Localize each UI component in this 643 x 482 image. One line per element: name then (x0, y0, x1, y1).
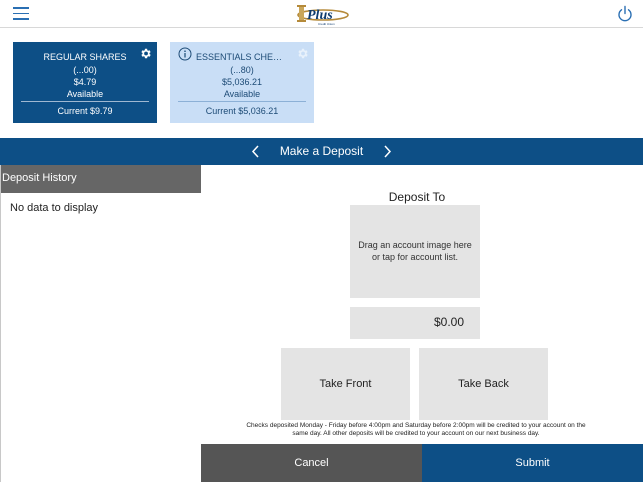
menu-icon[interactable] (13, 7, 29, 21)
account-balance: $5,036.21 (221, 77, 263, 87)
take-front-label: Take Front (319, 378, 372, 390)
deposit-to-label: Deposit To (388, 190, 446, 204)
current-balance: Current $5,036.21 (205, 106, 279, 116)
chevron-right-icon[interactable] (381, 144, 393, 159)
amount-input[interactable]: $0.00 (350, 307, 480, 339)
take-back-label: Take Back (458, 378, 509, 390)
drop-zone-text: Drag an account image here or tap for ac… (358, 240, 472, 262)
deposit-title-bar: Make a Deposit (0, 138, 643, 165)
submit-button[interactable]: Submit (422, 444, 643, 482)
account-number: (...00) (73, 65, 97, 75)
account-drop-zone[interactable]: Drag an account image here or tap for ac… (350, 205, 480, 298)
submit-label: Submit (515, 457, 550, 469)
deposit-history-panel: Deposit History No data to display (0, 165, 201, 482)
gear-icon[interactable] (139, 47, 152, 60)
divider (178, 101, 306, 102)
deposit-form: Deposit To Drag an account image here or… (201, 165, 643, 482)
cancel-button[interactable]: Cancel (201, 444, 422, 482)
svg-text:Credit Union: Credit Union (318, 22, 335, 26)
accounts-carousel: REGULAR SHARES (...00) $4.79 Available C… (0, 28, 643, 138)
gear-icon[interactable] (296, 47, 309, 60)
available-label: Available (66, 89, 104, 99)
power-icon[interactable] (616, 5, 634, 23)
svg-text:Plus: Plus (307, 8, 333, 23)
account-card-essentials-checking[interactable]: ESSENTIALS CHEC... (...80) $5,036.21 Ava… (170, 42, 314, 123)
deposit-history-header: Deposit History (1, 165, 201, 193)
available-label: Available (223, 89, 261, 99)
current-balance: Current $9.79 (57, 106, 113, 116)
deposit-disclaimer: Checks deposited Monday - Friday before … (246, 422, 586, 438)
page-title: Make a Deposit (279, 144, 364, 158)
account-name: ESSENTIALS CHEC... (196, 52, 286, 62)
top-bar: Plus Credit Union (0, 0, 643, 28)
account-number: (...80) (230, 65, 254, 75)
logo: Plus Credit Union (293, 2, 351, 26)
take-front-button[interactable]: Take Front (281, 348, 410, 420)
info-icon[interactable] (178, 47, 192, 61)
empty-state-text: No data to display (10, 202, 99, 214)
account-card-regular-shares[interactable]: REGULAR SHARES (...00) $4.79 Available C… (13, 42, 157, 123)
account-name: REGULAR SHARES (43, 52, 127, 62)
account-balance: $4.79 (73, 77, 97, 87)
cancel-label: Cancel (294, 457, 329, 469)
take-back-button[interactable]: Take Back (419, 348, 548, 420)
divider (21, 101, 149, 102)
